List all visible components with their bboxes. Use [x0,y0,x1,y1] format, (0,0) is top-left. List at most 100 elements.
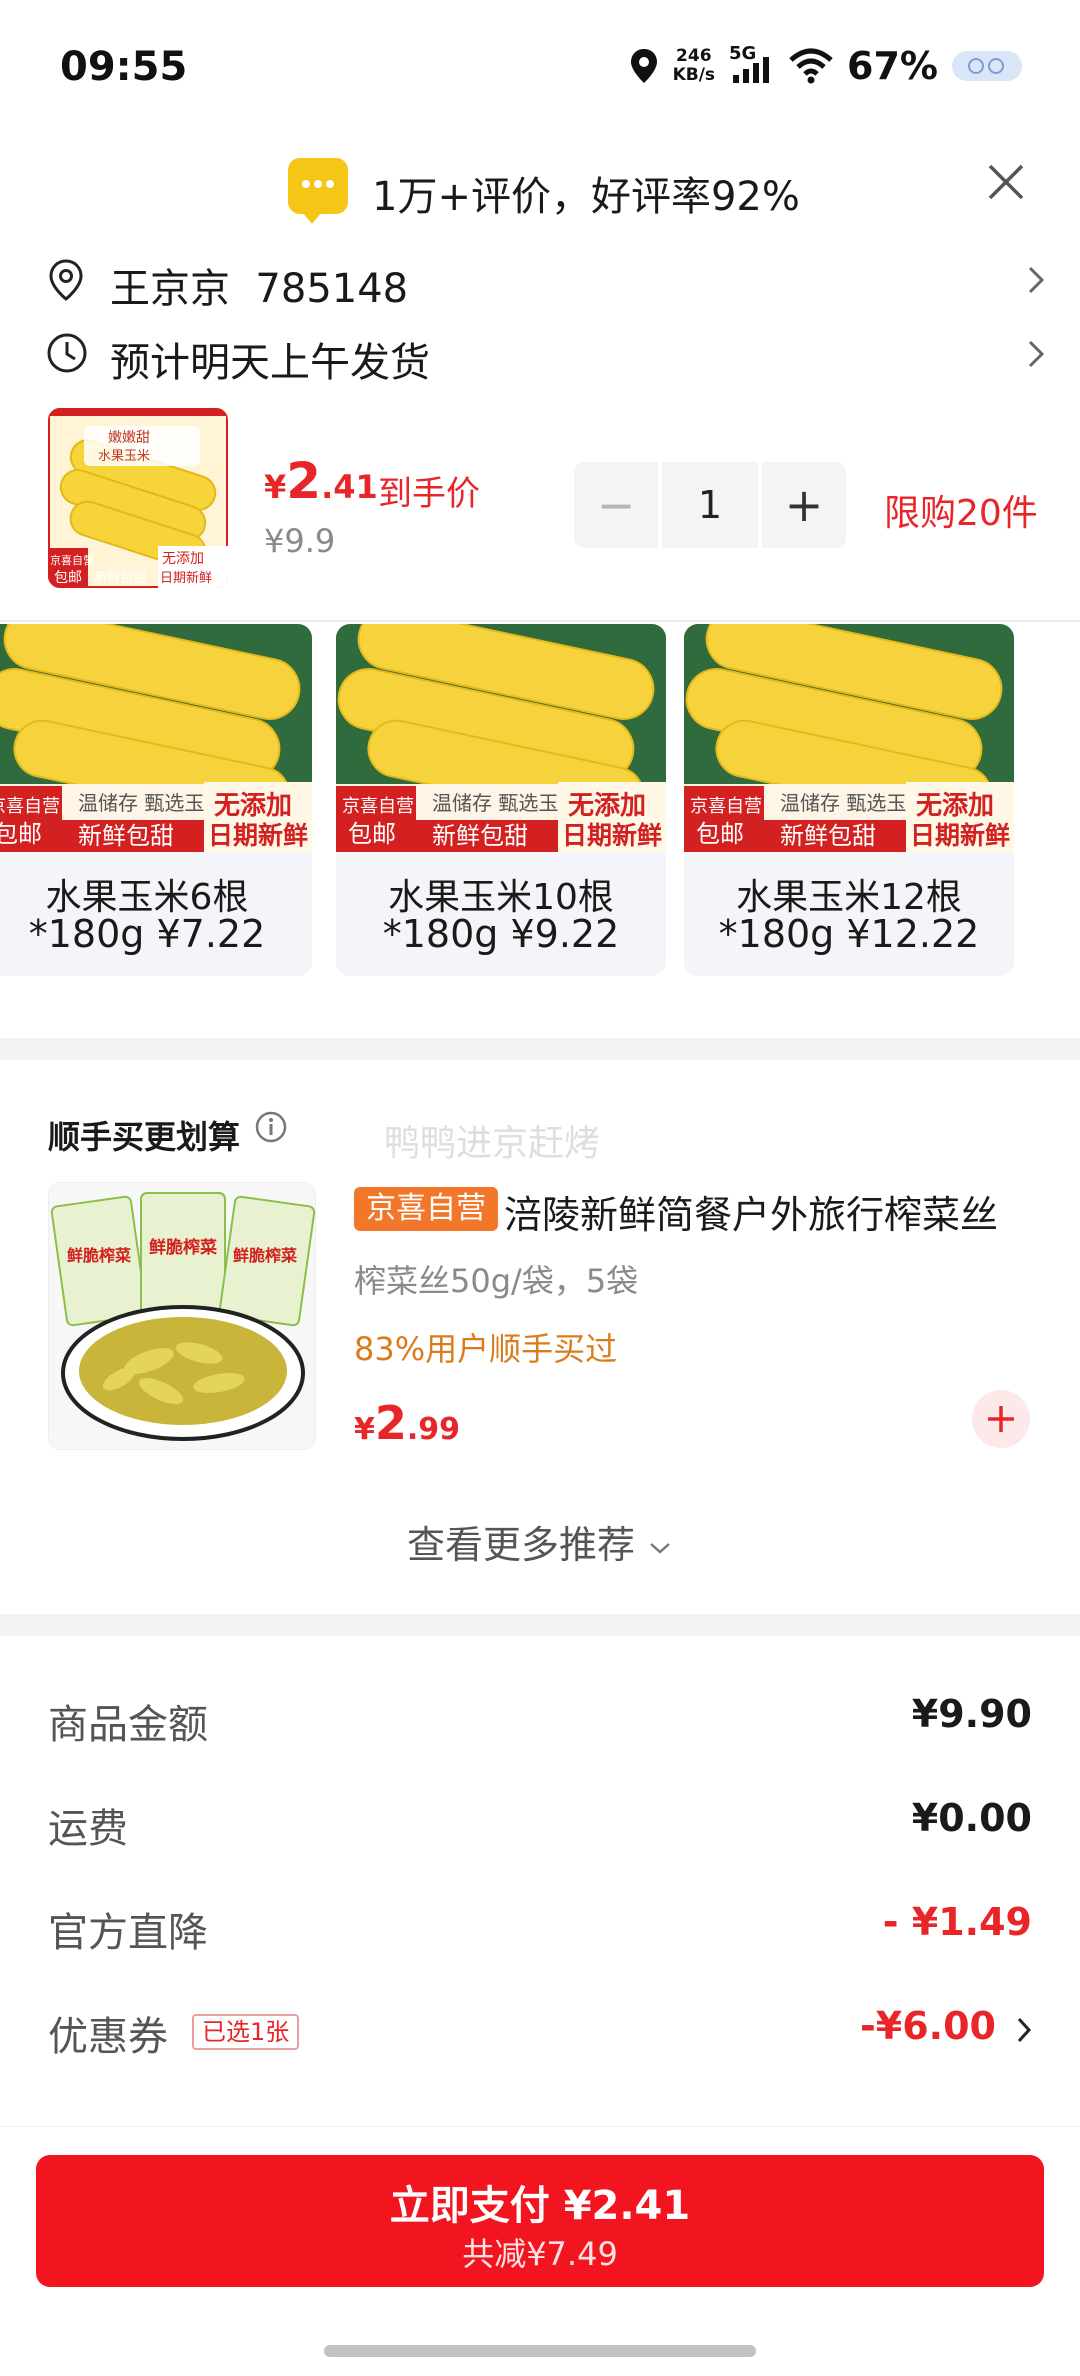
speed-unit: KB/s [672,65,716,85]
final-price: ¥2.41 [264,452,378,510]
increase-button[interactable]: + [762,462,846,548]
variant-badge-top: 京喜自营 [0,796,60,817]
watermark: 鸭鸭进京赶烤 [384,1123,601,1164]
price-currency: ¥ [264,468,287,506]
more-recommendations-button[interactable]: 查看更多推荐 [0,1514,1080,1569]
variant-no-add: 无添加 [916,791,994,821]
pack-label: 鲜脆榨菜 [149,1237,218,1258]
variant-badge-bottom: 包邮 [696,820,744,848]
wifi-icon [789,48,833,84]
recommend-price: ¥2.99 [354,1396,460,1450]
price-decimal: .99 [406,1412,461,1447]
section-divider [0,1038,1080,1060]
plus-icon [988,1406,1014,1432]
fee-row-goods: 商品金额 ¥9.90 [48,1692,1032,1752]
pay-now-button[interactable]: 立即支付 ¥2.41 共减¥7.49 [36,2155,1044,2287]
section-divider [0,1614,1080,1636]
variant-no-add: 无添加 [214,791,292,821]
thumb-text-top2: 水果玉米 [98,449,150,464]
bottom-pay-bar: 立即支付 ¥2.41 共减¥7.49 [0,2126,1080,2376]
fee-value: -¥6.00 [860,2004,996,2048]
variant-fresh-text: 新鲜包甜 [432,822,528,850]
chevron-right-icon [1028,266,1045,294]
variant-badge-top: 京喜自营 [690,796,762,817]
info-icon[interactable] [254,1110,288,1144]
variant-list: 温储存 甄选玉米 新鲜包甜 京喜自营 包邮 无添加 日期新鲜 水果玉米6根 *1… [0,624,1080,979]
recommend-spec: 榨菜丝50g/袋，5袋 [354,1262,639,1300]
variant-card[interactable]: 温储存 甄选玉米 新鲜包甜 京喜自营 包邮 无添加 日期新鲜 水果玉米10根 *… [336,624,666,976]
delivery-estimate: 预计明天上午发货 [110,340,430,386]
close-icon[interactable] [982,158,1030,206]
variant-image: 温储存 甄选玉米 新鲜包甜 京喜自营 包邮 无添加 日期新鲜 [336,624,666,852]
fee-value: ¥0.00 [911,1796,1032,1840]
fee-value: - ¥1.49 [882,1900,1032,1944]
location-icon [630,49,657,83]
variant-fresh-text: 新鲜包甜 [78,822,174,850]
quantity-stepper: − 1 + [574,462,846,548]
variant-strip-text: 温储存 甄选玉米 [780,791,926,815]
variant-spec: *180g ¥7.22 [28,912,266,956]
variant-card[interactable]: 温储存 甄选玉米 新鲜包甜 京喜自营 包邮 无添加 日期新鲜 水果玉米6根 *1… [0,624,312,976]
variant-badge-bottom: 包邮 [0,820,42,848]
variant-card[interactable]: 温储存 甄选玉米 新鲜包甜 京喜自营 包邮 无添加 日期新鲜 水果玉米12根 *… [684,624,1014,976]
delivery-row[interactable]: 预计明天上午发货 [46,324,1046,386]
pack-label: 鲜脆榨菜 [67,1246,131,1265]
product-summary: 嫩嫩甜 水果玉米 京喜自营 包邮 无添加 日期新鲜 新鲜包甜 ¥2.41 到手价… [0,400,1080,622]
quantity-value[interactable]: 1 [658,462,762,548]
variant-no-add: 无添加 [568,791,646,821]
variant-badge-bottom: 包邮 [348,820,396,848]
variant-strip-text: 温储存 甄选玉米 [78,791,224,815]
variant-date: 日期新鲜 [208,821,308,850]
fee-label: 官方直降 [48,1910,208,1956]
review-banner: 1万+评价，好评率92% [0,150,1080,230]
original-price: ¥9.9 [264,522,336,560]
fee-row-shipping: 运费 ¥0.00 [48,1796,1032,1856]
battery-percent: 67% [847,44,938,88]
variant-image: 温储存 甄选玉米 新鲜包甜 京喜自营 包邮 无添加 日期新鲜 [684,624,1014,852]
total-saving: 共减¥7.49 [462,2235,618,2273]
decrease-button[interactable]: − [574,462,658,548]
recommend-stat: 83%用户顺手买过 [354,1330,618,1368]
fee-label: 运费 [48,1806,128,1852]
more-recommendations-label: 查看更多推荐 [406,1523,635,1567]
add-to-order-button[interactable] [972,1390,1030,1448]
thumb-badge-bottom: 包邮 [54,570,82,586]
fee-row-discount: 官方直降 - ¥1.49 [48,1900,1032,1960]
recommend-product-name[interactable]: 涪陵新鲜简餐户外旅行榨菜丝 [504,1184,1024,1239]
signal-group: 5G [729,43,775,85]
speed-value: 246 [676,46,712,66]
variant-fresh-text: 新鲜包甜 [780,822,876,850]
variant-badge-top: 京喜自营 [342,796,414,817]
fee-label: 商品金额 [48,1702,208,1748]
price-decimal: .41 [321,468,378,506]
thumb-text-top: 嫩嫩甜 [108,430,150,446]
price-integer: 2 [374,1396,407,1450]
self-operated-badge: 京喜自营 [354,1187,498,1231]
price-integer: 2 [286,452,322,510]
chevron-down-icon [650,1543,670,1554]
price-currency: ¥ [354,1412,375,1447]
variant-date: 日期新鲜 [562,821,662,850]
variant-date: 日期新鲜 [910,821,1010,850]
location-pin-icon [49,259,83,301]
recommend-thumbnail[interactable]: 鲜脆榨菜 鲜脆榨菜 鲜脆榨菜 [48,1182,316,1450]
signal-icon [733,57,770,83]
thumb-date: 日期新鲜 [160,570,212,586]
review-summary: 1万+评价，好评率92% [372,174,800,220]
variant-spec: *180g ¥9.22 [382,912,620,956]
message-icon [288,158,348,224]
variant-strip-text: 温储存 甄选玉米 [432,791,578,815]
clock-icon [47,333,87,373]
chevron-right-icon [1028,340,1045,368]
purchase-limit: 限购20件 [884,493,1038,534]
fee-row-coupon[interactable]: 优惠券 已选1张 -¥6.00 [48,2004,1032,2064]
coupon-selected-tag: 已选1张 [192,2014,300,2050]
recipient-info: 王京京 785148 [110,266,409,312]
recommend-title: 顺手买更划算 [48,1118,241,1156]
address-row[interactable]: 王京京 785148 [46,250,1046,312]
fee-label: 优惠券 [48,2014,168,2060]
thumb-badge-top: 京喜自营 [50,553,94,567]
thumb-fresh: 新鲜包甜 [94,570,146,586]
product-thumbnail[interactable]: 嫩嫩甜 水果玉米 京喜自营 包邮 无添加 日期新鲜 新鲜包甜 [48,408,228,588]
home-indicator[interactable] [324,2345,756,2357]
